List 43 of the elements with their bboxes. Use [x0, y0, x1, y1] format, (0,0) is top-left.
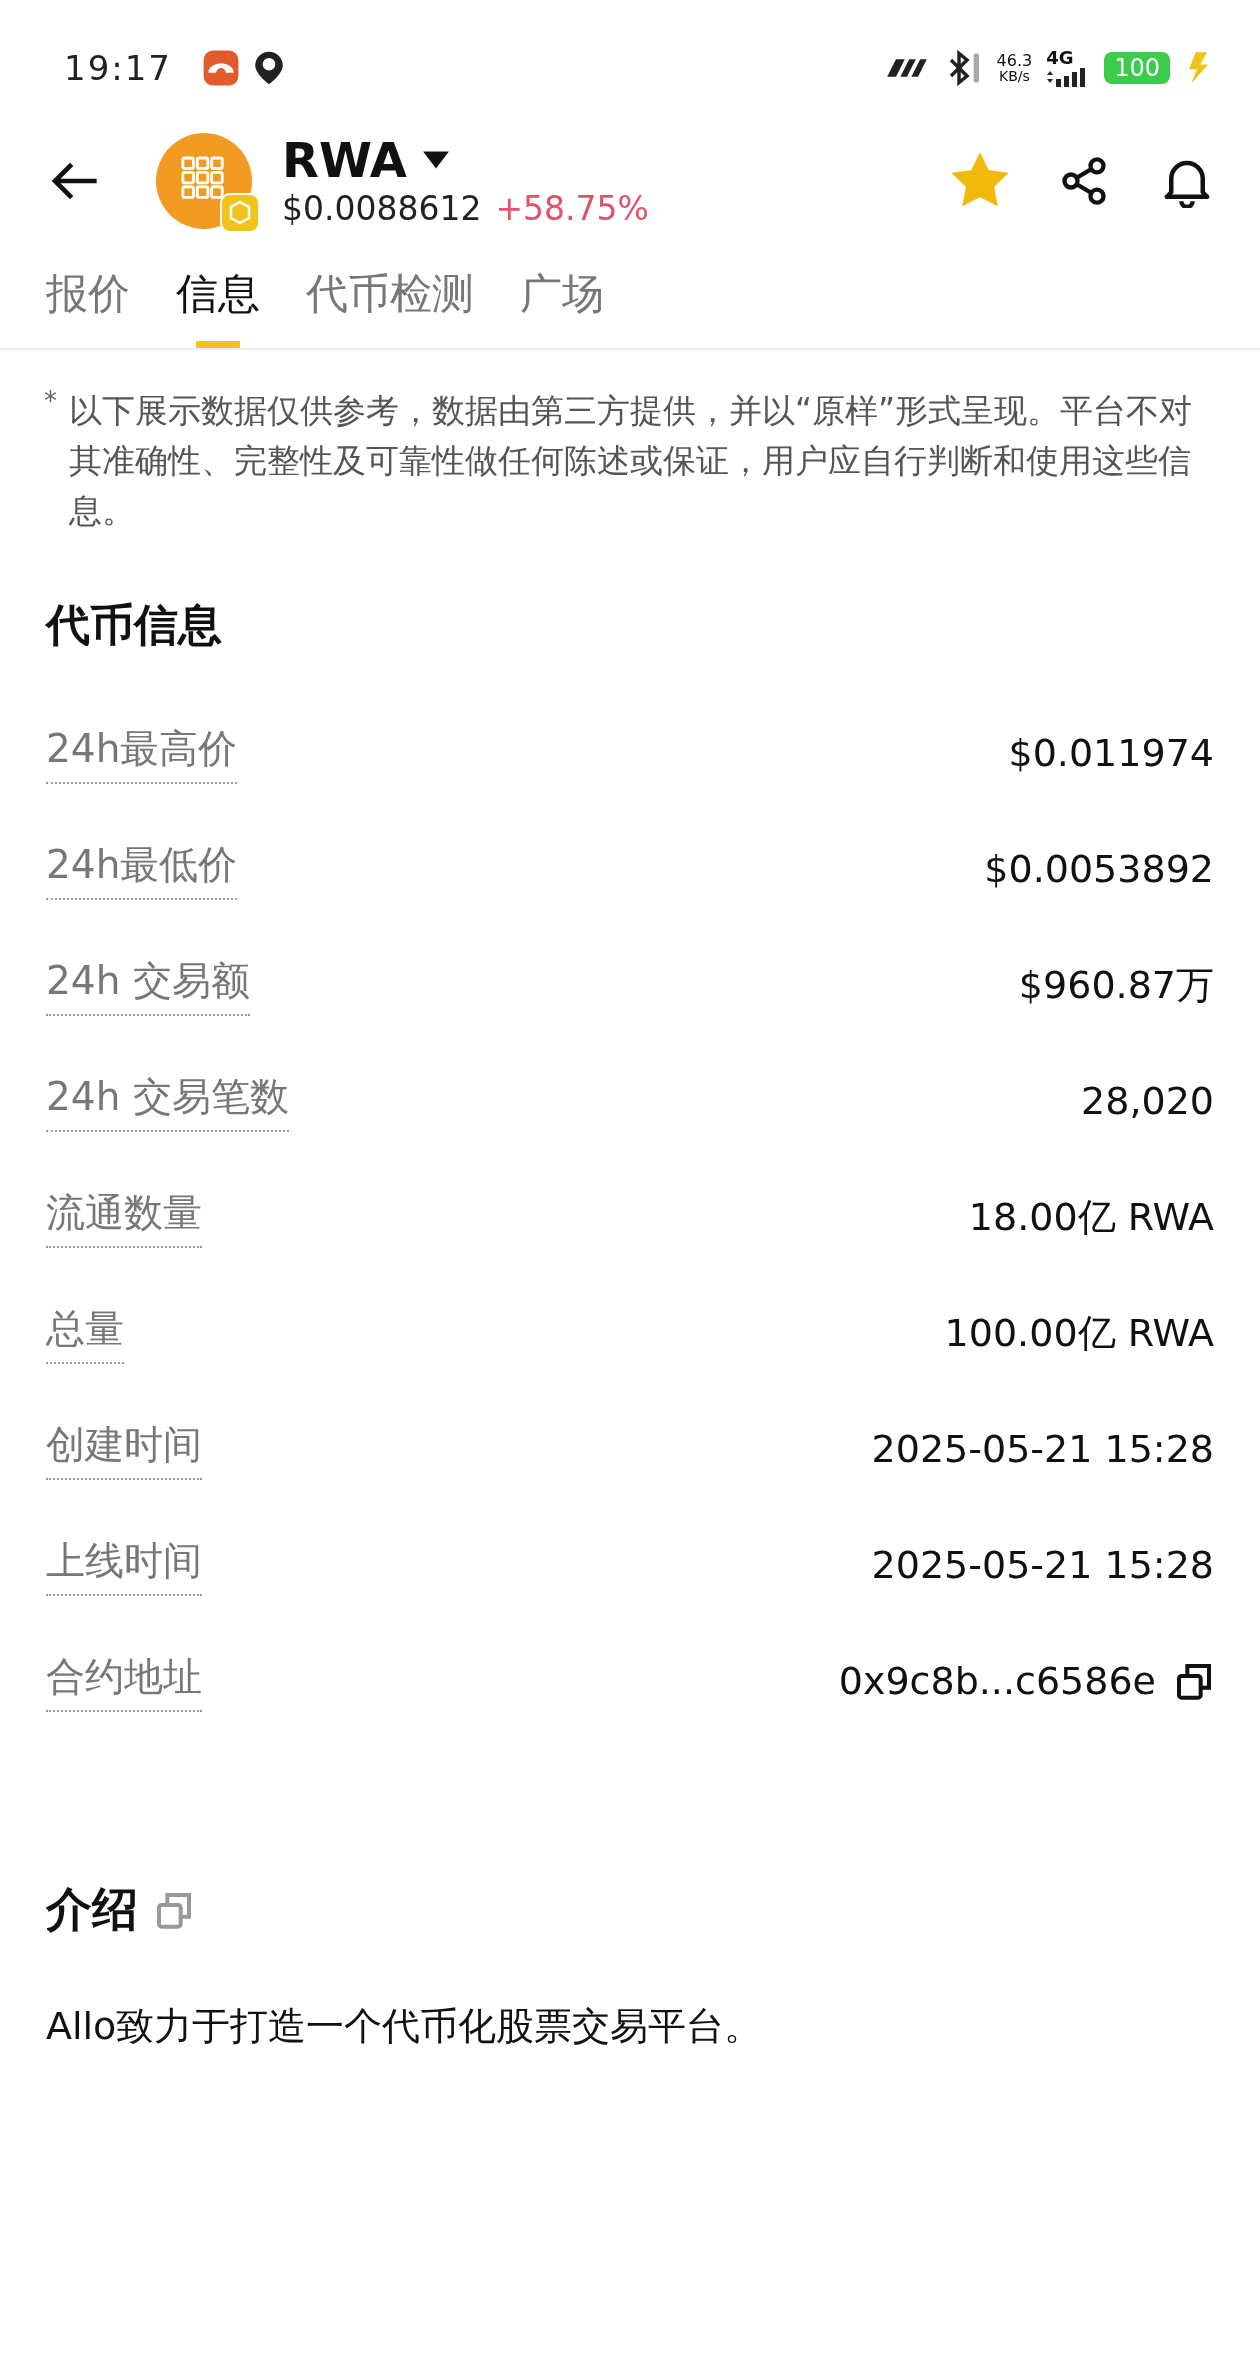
field-label[interactable]: 上线时间 [46, 1534, 202, 1596]
field-label[interactable]: 流通数量 [46, 1186, 202, 1248]
field-value: 28,020 [1081, 1079, 1214, 1123]
field-value: $0.0053892 [984, 847, 1214, 891]
field-label[interactable]: 创建时间 [46, 1418, 202, 1480]
chain-badge-icon [220, 193, 260, 233]
tab[interactable]: 报价 [46, 266, 130, 348]
field-value: 100.00亿 RWA [944, 1309, 1214, 1357]
section-title: 介绍 [46, 1881, 138, 1938]
field-value: $0.011974 [1008, 731, 1214, 775]
intro-text: Allo致力于打造一个代币化股票交易平台。 [46, 2003, 764, 2050]
field-label[interactable]: 24h 交易笔数 [46, 1070, 289, 1132]
battery-level: 100 [1104, 51, 1170, 85]
field-label[interactable]: 24h最高价 [46, 722, 238, 784]
network-type: 4G [1046, 49, 1074, 67]
tab[interactable]: 信息 [176, 266, 260, 348]
network-speed: 46.3 [996, 53, 1033, 69]
token-symbol[interactable]: RWA [282, 134, 407, 187]
location-pin-icon [254, 50, 284, 86]
field-label[interactable]: 合约地址 [46, 1650, 202, 1712]
disclaimer-text: 以下展示数据仅供参考，数据由第三方提供，并以“原样”形式呈现。平台不对其准确性、完整性及可靠性做任何陈述或保证，用户应自行判断和使用这些信息。 [69, 390, 1194, 532]
footnote-mark: * [44, 386, 57, 418]
speed-unit: KB/s [998, 69, 1030, 83]
app-icon [202, 49, 240, 87]
field-label[interactable]: 24h最低价 [46, 838, 238, 900]
token-price: $0.0088612 [282, 188, 482, 228]
price-change: +58.75% [495, 188, 649, 228]
copy-icon[interactable] [1174, 1661, 1214, 1701]
star-icon[interactable] [952, 153, 1008, 209]
brand-icon [884, 57, 929, 79]
dropdown-caret-icon[interactable] [420, 150, 451, 171]
field-value: 18.00亿 RWA [968, 1193, 1214, 1241]
field-label[interactable]: 总量 [46, 1302, 124, 1364]
tab[interactable]: 广场 [520, 266, 604, 348]
field-value: 2025-05-21 15:28 [871, 1543, 1214, 1587]
section-title: 代币信息 [46, 598, 223, 652]
tab[interactable]: 代币检测 [306, 266, 474, 348]
back-arrow-icon[interactable] [50, 161, 100, 201]
field-value: 2025-05-21 15:28 [871, 1427, 1214, 1471]
field-value: 0x9c8b...c6586e [838, 1659, 1156, 1703]
clock-time: 19:17 [64, 48, 172, 88]
field-label[interactable]: 24h 交易额 [46, 954, 250, 1016]
field-value: $960.87万 [1018, 961, 1214, 1009]
